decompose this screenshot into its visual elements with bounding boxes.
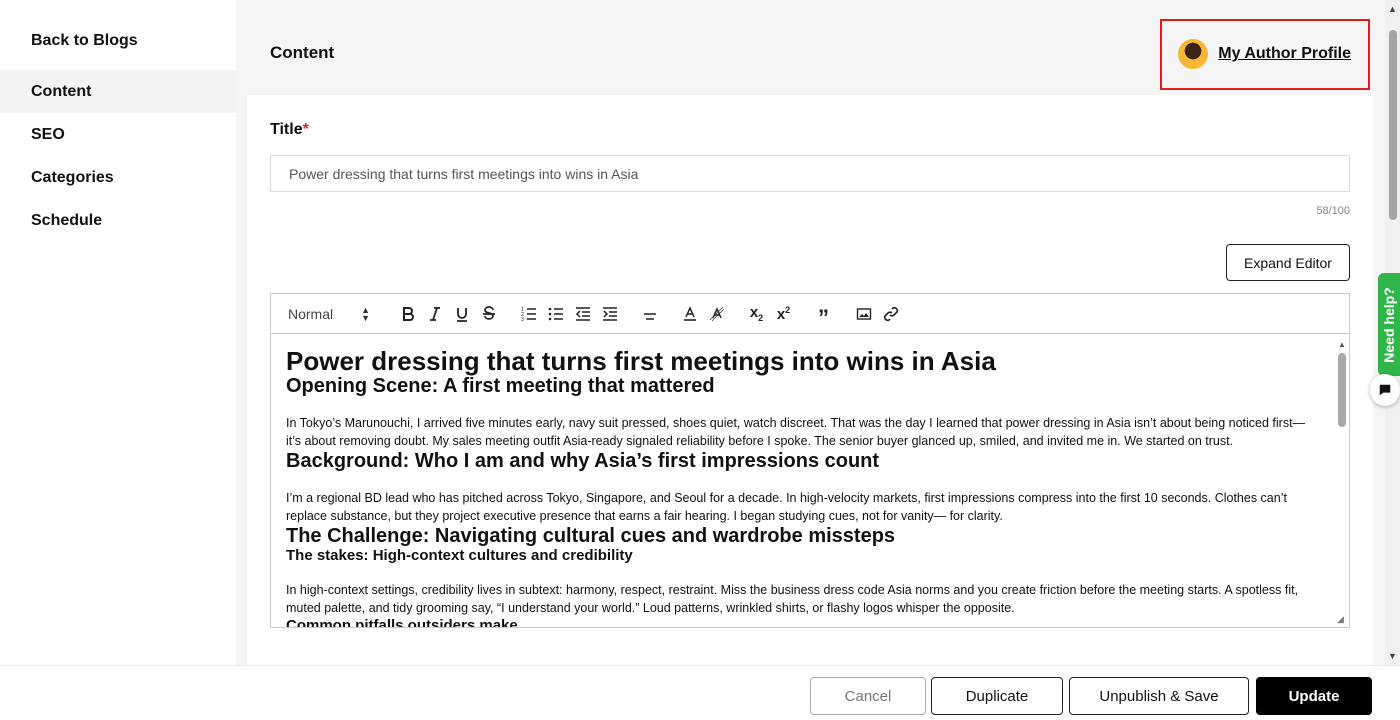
scroll-up-icon[interactable]: ▲ <box>1338 340 1346 349</box>
chat-icon <box>1379 384 1391 396</box>
content-heading-challenge: The Challenge: Navigating cultural cues … <box>286 525 896 547</box>
content-paragraph-3: In high-context settings, credibility li… <box>286 583 1299 615</box>
highlight-icon[interactable] <box>703 302 730 326</box>
strikethrough-icon[interactable] <box>475 302 502 326</box>
select-arrows-icon: ▲ ▼ <box>361 304 370 323</box>
update-button[interactable]: Update <box>1256 677 1372 715</box>
subscript-icon[interactable]: x2 <box>743 302 770 326</box>
chat-button[interactable] <box>1370 374 1400 406</box>
content-header: Content My Author Profile <box>247 11 1373 95</box>
editor-content[interactable]: Power dressing that turns first meetings… <box>271 335 1335 627</box>
sidebar-item-schedule[interactable]: Schedule <box>0 199 236 242</box>
content-heading-1: Power dressing that turns first meetings… <box>286 346 996 376</box>
duplicate-button[interactable]: Duplicate <box>931 677 1063 715</box>
author-profile-label: My Author Profile <box>1218 45 1351 62</box>
content-heading-background: Background: Who I am and why Asia’s firs… <box>286 450 880 472</box>
image-icon[interactable] <box>850 302 877 326</box>
superscript-icon[interactable]: x2 <box>770 302 797 326</box>
action-footer: Cancel Duplicate Unpublish & Save Update <box>0 665 1400 720</box>
expand-editor-button[interactable]: Expand Editor <box>1226 244 1350 281</box>
content-paragraph-2: I’m a regional BD lead who has pitched a… <box>286 491 1287 523</box>
required-marker: * <box>302 121 309 138</box>
title-label-text: Title <box>270 121 303 138</box>
content-subheading-stakes: The stakes: High-context cultures and cr… <box>286 547 633 564</box>
align-icon[interactable] <box>636 302 663 326</box>
my-author-profile-link[interactable]: My Author Profile <box>1160 18 1370 90</box>
need-help-tab[interactable]: Need help? <box>1378 273 1400 376</box>
editor-scrollbar[interactable]: ▲ ◢ <box>1335 335 1349 627</box>
page-scroll-down-icon[interactable]: ▼ <box>1388 651 1397 661</box>
page-scroll-up-icon[interactable]: ▲ <box>1388 4 1397 14</box>
text-color-icon[interactable] <box>676 302 703 326</box>
content-panel: Content My Author Profile Title* 58/100 … <box>247 11 1373 665</box>
format-select[interactable]: Normal ▲ ▼ <box>288 304 380 323</box>
sidebar: Back to Blogs Content SEO Categories Sch… <box>0 0 236 665</box>
page-title: Content <box>270 43 335 62</box>
blockquote-icon[interactable]: ” <box>810 302 837 328</box>
bold-icon[interactable] <box>394 302 421 326</box>
need-help-label: Need help? <box>1381 286 1397 363</box>
sidebar-item-categories[interactable]: Categories <box>0 156 236 199</box>
unpublish-save-button[interactable]: Unpublish & Save <box>1069 677 1249 715</box>
editor-toolbar: Normal ▲ ▼ 123 x2 x2 ” <box>271 294 1349 334</box>
cancel-button[interactable]: Cancel <box>810 677 926 715</box>
title-input[interactable] <box>270 155 1350 192</box>
svg-text:3: 3 <box>521 317 524 322</box>
indent-icon[interactable] <box>596 302 623 326</box>
editor-scroll-thumb[interactable] <box>1338 353 1346 427</box>
page-scroll-thumb[interactable] <box>1389 30 1397 220</box>
content-subheading-pitfalls: Common pitfalls outsiders make <box>286 617 518 627</box>
outdent-icon[interactable] <box>569 302 596 326</box>
resize-grip-icon[interactable]: ◢ <box>1337 614 1344 625</box>
title-label: Title* <box>270 121 309 139</box>
sidebar-item-content[interactable]: Content <box>0 70 236 113</box>
sidebar-item-seo[interactable]: SEO <box>0 113 236 156</box>
format-select-value: Normal <box>288 305 334 322</box>
content-heading-opening: Opening Scene: A first meeting that matt… <box>286 375 715 397</box>
underline-icon[interactable] <box>448 302 475 326</box>
content-paragraph-1: In Tokyo’s Marunouchi, I arrived five mi… <box>286 416 1306 448</box>
italic-icon[interactable] <box>421 302 448 326</box>
rich-text-editor: Normal ▲ ▼ 123 x2 x2 ” Power dressing th… <box>270 293 1350 628</box>
bullet-list-icon[interactable] <box>542 302 569 326</box>
title-char-count: 58/100 <box>1316 205 1350 217</box>
back-to-blogs-link[interactable]: Back to Blogs <box>0 11 236 70</box>
avatar <box>1178 39 1209 69</box>
ordered-list-icon[interactable]: 123 <box>515 302 542 326</box>
link-icon[interactable] <box>877 302 904 326</box>
